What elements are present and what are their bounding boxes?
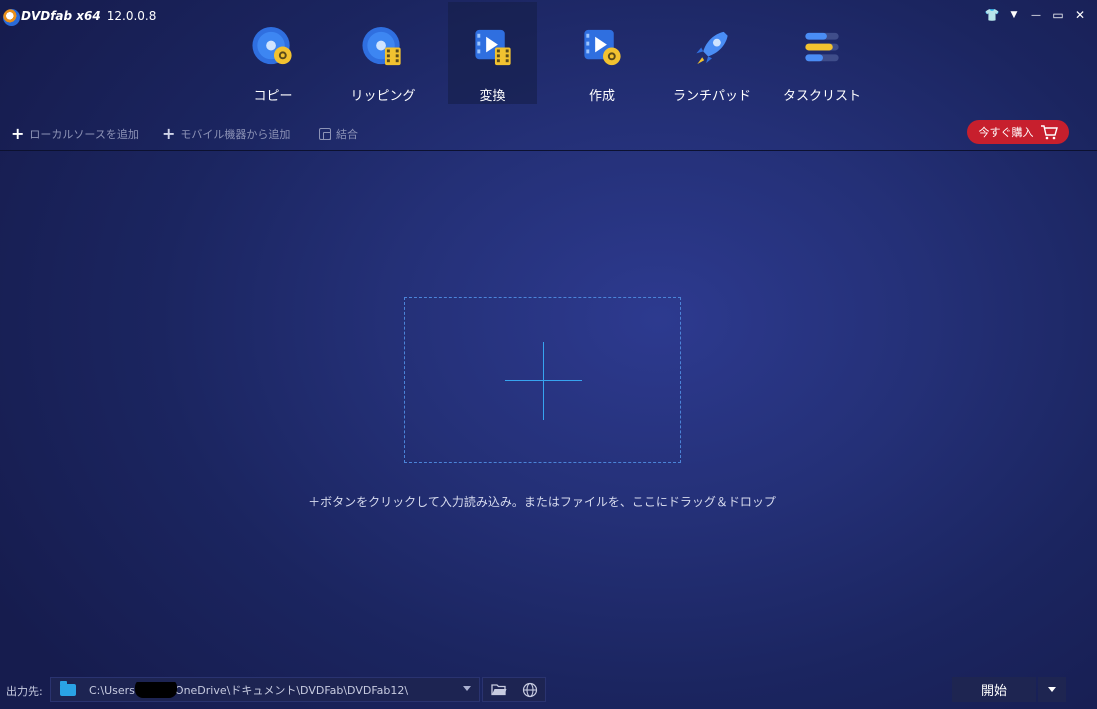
app-version: 12.0.0.8 [106,9,157,23]
nav-label: リッピング [350,89,416,104]
folder-icon [60,680,76,696]
video-create-icon [584,29,621,66]
output-path-prefix: C:\Users [89,683,135,697]
globe-icon[interactable] [522,682,538,698]
buy-now-button[interactable]: 今すぐ購入 [967,120,1069,144]
merge-label: 結合 [336,128,358,141]
plus-icon: + [11,124,25,143]
nav-label: コピー [253,89,293,104]
app-brand: DVDfab x64 12.0.0.8 [21,9,156,23]
chevron-down-icon [1048,687,1056,692]
window-controls: 👕 ▼ — ▭ ✕ [983,6,1089,24]
menu-dropdown-icon[interactable]: ▼ [1005,6,1023,24]
output-path-text: C:\Users OneDrive\ドキュメント\DVDFab\DVDFab12\ [89,681,449,698]
nav-item-copy[interactable]: コピー [218,2,328,104]
brand-name: DVDfab x64 [21,9,101,23]
merge-button[interactable]: 結合 [319,126,358,142]
merge-icon [319,128,331,140]
output-label: 出力先: [6,685,43,698]
buy-now-label: 今すぐ購入 [978,126,1034,139]
minimize-icon[interactable]: — [1027,6,1045,24]
add-local-source-button[interactable]: + ローカルソースを追加 [11,124,139,143]
disc-copy-icon [252,26,292,65]
output-tools [482,677,546,702]
task-list-icon [805,32,839,62]
toolbar: + ローカルソースを追加 + モバイル機器から追加 結合 今すぐ購入 [0,118,1097,150]
drop-zone-add-button[interactable] [404,297,681,463]
toolbar-divider [0,150,1097,151]
drop-hint-text: ＋ボタンをクリックして入力読み込み。またはファイルを、ここにドラッグ＆ドロップ [308,495,776,509]
add-mobile-label: モバイル機器から追加 [180,127,291,141]
redaction-mark [135,681,177,698]
app-window: DVDfab x64 12.0.0.8 👕 ▼ — ▭ ✕ コピー リッピング … [0,0,1097,709]
maximize-icon[interactable]: ▭ [1049,6,1067,24]
cart-icon [1040,125,1058,140]
nav-item-launchpad[interactable]: ランチパッド [657,2,767,104]
skin-icon[interactable]: 👕 [983,6,1001,24]
nav-item-ripping[interactable]: リッピング [328,2,438,104]
add-local-source-label: ローカルソースを追加 [29,127,139,141]
start-options-button[interactable] [1038,677,1066,702]
bottom-bar: 出力先: C:\Users OneDrive\ドキュメント\DVDFab\DVDF… [0,676,1097,704]
nav-item-convert[interactable]: 変換 [448,2,537,104]
close-icon[interactable]: ✕ [1071,6,1089,24]
nav-item-create[interactable]: 作成 [547,2,657,104]
rocket-icon [696,31,728,65]
plus-icon: + [162,124,176,143]
output-path-suffix: OneDrive\ドキュメント\DVDFab\DVDFab12\ [174,683,409,697]
chevron-down-icon[interactable] [463,686,471,691]
nav-label: 変換 [479,89,506,104]
video-convert-icon [474,29,511,66]
add-plus-icon-vertical [543,342,544,420]
nav-item-tasklist[interactable]: タスクリスト [767,2,877,104]
open-folder-icon[interactable] [490,683,507,696]
disc-film-icon [362,26,401,66]
output-path-select[interactable]: C:\Users OneDrive\ドキュメント\DVDFab\DVDFab12\ [50,677,480,702]
nav-label: ランチパッド [672,89,751,104]
dvdfab-logo-icon [3,9,20,26]
nav-label: 作成 [588,89,615,104]
nav-label: タスクリスト [782,89,861,104]
main-nav: コピー リッピング 変換 作成 ランチパッド タスクリスト [218,2,877,104]
start-button[interactable]: 開始 [952,677,1036,702]
add-mobile-button[interactable]: + モバイル機器から追加 [162,124,290,143]
